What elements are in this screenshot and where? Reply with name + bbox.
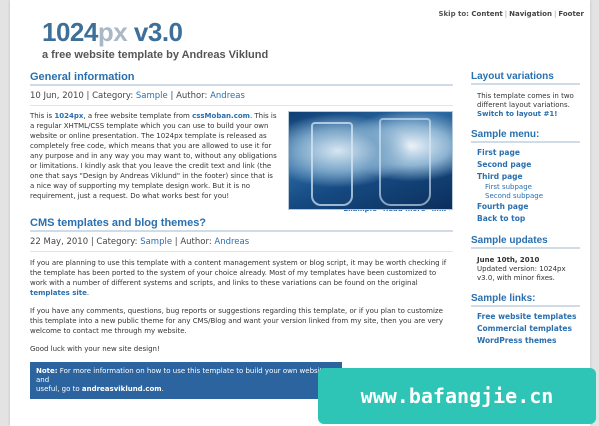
logo-version: v3.0 — [127, 17, 183, 47]
site-logo[interactable]: 1024px v3.0 — [42, 17, 183, 48]
menu-item-fourth-page[interactable]: Fourth page — [471, 201, 580, 213]
sidebar-title-menu: Sample menu: — [471, 129, 580, 143]
sidebar-title-updates: Sample updates — [471, 235, 580, 249]
page: Skip to: Content | Navigation | Footer 1024p… — [10, 0, 590, 426]
sample-links: Free website templates Commercial templa… — [471, 311, 580, 347]
article-body: This is 1024px, a free website template … — [30, 112, 277, 200]
category-link[interactable]: Sample — [140, 237, 172, 247]
article-title[interactable]: General information — [30, 71, 453, 86]
template-link[interactable]: 1024px — [54, 112, 83, 120]
updates-box: June 10th, 2010 Updated version: 1024px … — [471, 256, 580, 283]
article-meta: 22 May, 2010 | Category: Sample | Author… — [30, 232, 453, 252]
author-link[interactable]: Andreas — [210, 91, 245, 101]
switch-layout-link[interactable]: Switch to layout #1! — [477, 110, 557, 118]
note-box: Note: For more information on how to use… — [30, 362, 342, 399]
templates-site-link[interactable]: templates site — [30, 289, 87, 297]
update-text: Updated version: 1024px v3.0, with minor… — [477, 265, 566, 282]
layout-text: This template comes in two different lay… — [477, 92, 574, 109]
sidebar: Layout variations This template comes in… — [471, 71, 580, 357]
sample-menu: First page Second page Third page First … — [471, 147, 580, 225]
menu-item-first-page[interactable]: First page — [471, 147, 580, 159]
sidebar-title-layout: Layout variations — [471, 71, 580, 85]
skip-footer-link[interactable]: Footer — [558, 10, 584, 18]
sidebar-title-links: Sample links: — [471, 293, 580, 307]
article-meta: 10 Jun, 2010 | Category: Sample | Author… — [30, 86, 453, 106]
submenu-item-first[interactable]: First subpage — [471, 183, 580, 192]
category-label: Category: — [92, 91, 134, 101]
cms-paragraph-2: If you have any comments, questions, bug… — [30, 307, 443, 335]
skip-links: Skip to: Content | Navigation | Footer — [438, 10, 584, 18]
article-date: 22 May, 2010 — [30, 237, 89, 247]
watermark-banner: www.bafangjie.cn — [318, 368, 596, 424]
menu-item-back-to-top[interactable]: Back to top — [471, 213, 580, 225]
author-label: Author: — [180, 237, 212, 247]
category-link[interactable]: Sample — [136, 91, 168, 101]
skip-navigation-link[interactable]: Navigation — [509, 10, 552, 18]
submenu-item-second[interactable]: Second subpage — [471, 192, 580, 201]
article-photo — [288, 111, 453, 210]
article-title[interactable]: CMS templates and blog themes? — [30, 217, 453, 232]
menu-item-third-page[interactable]: Third page — [471, 171, 580, 183]
skip-label: Skip to: — [438, 10, 469, 18]
category-label: Category: — [96, 237, 138, 247]
update-date: June 10th, 2010 — [477, 256, 540, 264]
skip-content-link[interactable]: Content — [471, 10, 502, 18]
article-general: General information 10 Jun, 2010 | Categ… — [30, 71, 453, 213]
menu-item-second-page[interactable]: Second page — [471, 159, 580, 171]
link-wordpress-themes[interactable]: WordPress themes — [471, 335, 580, 347]
site-tagline: a free website template by Andreas Viklu… — [42, 49, 269, 61]
article-date: 10 Jun, 2010 — [30, 91, 84, 101]
cms-paragraph-1: If you are planning to use this template… — [30, 259, 447, 297]
link-free-templates[interactable]: Free website templates — [471, 311, 580, 323]
author-link[interactable]: Andreas — [214, 237, 249, 247]
cssmoban-link[interactable]: cssMoban.com — [192, 112, 250, 120]
link-commercial-templates[interactable]: Commercial templates — [471, 323, 580, 335]
cms-paragraph-3: Good luck with your new site design! — [30, 345, 160, 353]
logo-main: 1024 — [42, 17, 98, 47]
logo-px: px — [97, 17, 128, 47]
andreasviklund-link[interactable]: andreasviklund.com — [82, 385, 162, 393]
layout-box: This template comes in two different lay… — [471, 92, 580, 119]
main-content: General information 10 Jun, 2010 | Categ… — [30, 71, 453, 399]
note-label: Note: — [36, 367, 58, 375]
author-label: Author: — [176, 91, 208, 101]
